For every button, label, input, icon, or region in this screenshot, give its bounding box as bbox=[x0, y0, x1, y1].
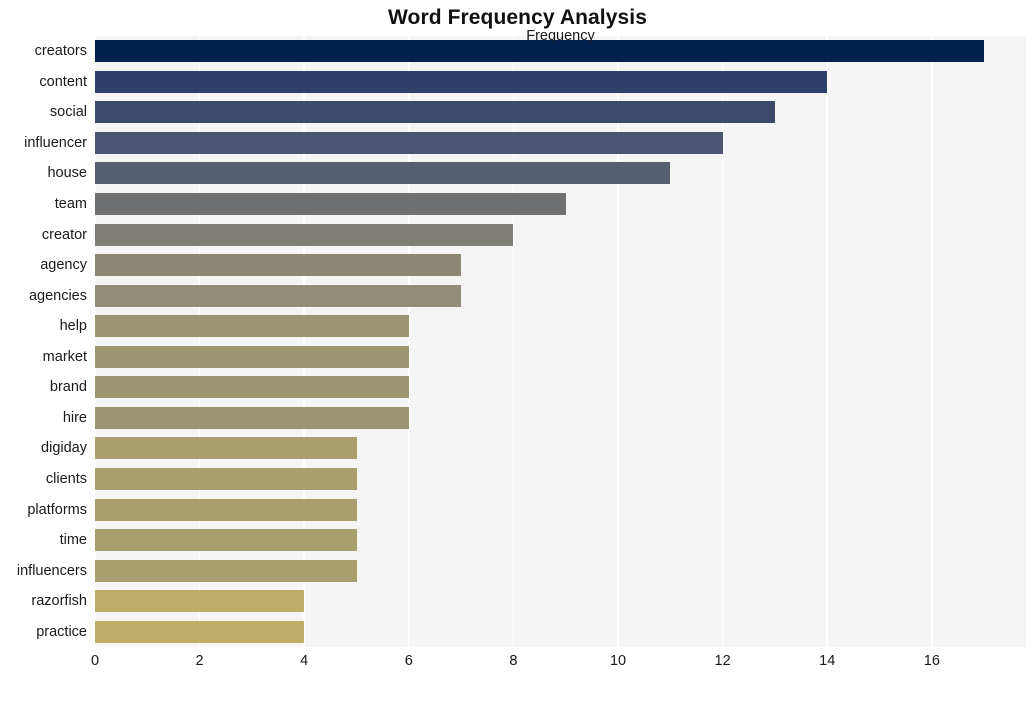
plot-area bbox=[95, 36, 1026, 647]
x-tick-label-16: 16 bbox=[923, 653, 940, 669]
y-tick-label-practice: practice bbox=[36, 623, 87, 640]
chart-title: Word Frequency Analysis bbox=[387, 6, 648, 29]
y-tick-label-razorfish: razorfish bbox=[31, 593, 87, 610]
bar-agencies[interactable] bbox=[95, 284, 462, 307]
x-axis-label: Frequency bbox=[526, 28, 595, 44]
bar-social[interactable] bbox=[95, 101, 775, 124]
y-tick-label-time: time bbox=[59, 532, 87, 549]
y-tick-label-creator: creator bbox=[41, 226, 87, 243]
y-tick-label-clients: clients bbox=[45, 470, 87, 487]
chart-figure: Word Frequency Analysis creators content s… bbox=[0, 0, 1035, 701]
y-tick-label-brand: brand bbox=[49, 379, 87, 396]
x-tick-label-10: 10 bbox=[609, 653, 627, 669]
bar-market[interactable] bbox=[95, 345, 409, 368]
y-tick-label-social: social bbox=[49, 104, 87, 121]
gridline-x-12 bbox=[721, 36, 724, 647]
bar-time[interactable] bbox=[95, 529, 357, 552]
bar-influencers[interactable] bbox=[95, 559, 357, 582]
y-axis: creators content social influencer house team… bbox=[0, 36, 87, 647]
bar-clients[interactable] bbox=[95, 467, 357, 490]
bar-team[interactable] bbox=[95, 193, 566, 216]
y-tick-label-influencer: influencer bbox=[24, 134, 87, 151]
gridline-x-16 bbox=[931, 36, 933, 647]
bar-house[interactable] bbox=[95, 162, 671, 185]
bar-creator[interactable] bbox=[95, 223, 514, 246]
gridline-x-2 bbox=[198, 36, 201, 647]
x-tick-label-8: 8 bbox=[509, 653, 518, 669]
gridline-x-14 bbox=[826, 36, 829, 647]
y-tick-label-hire: hire bbox=[62, 409, 87, 426]
y-tick-label-platforms: platforms bbox=[27, 501, 87, 518]
y-tick-label-house: house bbox=[47, 165, 87, 182]
bar-content[interactable] bbox=[95, 70, 828, 93]
bar-razorfish[interactable] bbox=[95, 590, 305, 613]
y-tick-label-digiday: digiday bbox=[41, 440, 87, 457]
x-tick-label-6: 6 bbox=[404, 653, 413, 669]
y-tick-label-agency: agency bbox=[40, 257, 87, 274]
y-tick-label-agencies: agencies bbox=[28, 287, 87, 304]
gridline-x-4 bbox=[303, 36, 305, 647]
gridline-x-10 bbox=[617, 36, 619, 647]
x-axis: 0 2 4 6 8 10 12 14 16 bbox=[0, 647, 1035, 701]
gridline-x-8 bbox=[512, 36, 515, 647]
bar-practice[interactable] bbox=[95, 620, 305, 643]
gridline-x-0 bbox=[95, 36, 96, 647]
x-tick-label-2: 2 bbox=[195, 653, 204, 669]
y-tick-label-influencers: influencers bbox=[16, 562, 87, 579]
bar-hire[interactable] bbox=[95, 406, 409, 429]
x-tick-label-0: 0 bbox=[90, 653, 100, 669]
bar-platforms[interactable] bbox=[95, 498, 357, 521]
y-tick-label-help: help bbox=[59, 318, 87, 335]
gridline-x-6 bbox=[408, 36, 410, 647]
bar-digiday[interactable] bbox=[95, 437, 357, 460]
y-tick-label-team: team bbox=[54, 196, 87, 213]
bar-help[interactable] bbox=[95, 315, 409, 338]
bar-brand[interactable] bbox=[95, 376, 409, 399]
bar-influencer[interactable] bbox=[95, 131, 723, 154]
x-tick-label-4: 4 bbox=[300, 653, 309, 669]
x-tick-label-14: 14 bbox=[819, 653, 836, 669]
y-tick-label-market: market bbox=[42, 348, 87, 365]
bar-agency[interactable] bbox=[95, 254, 462, 277]
y-tick-label-creators: creators bbox=[34, 43, 87, 60]
y-tick-label-content: content bbox=[39, 73, 87, 90]
x-tick-label-12: 12 bbox=[714, 653, 731, 669]
